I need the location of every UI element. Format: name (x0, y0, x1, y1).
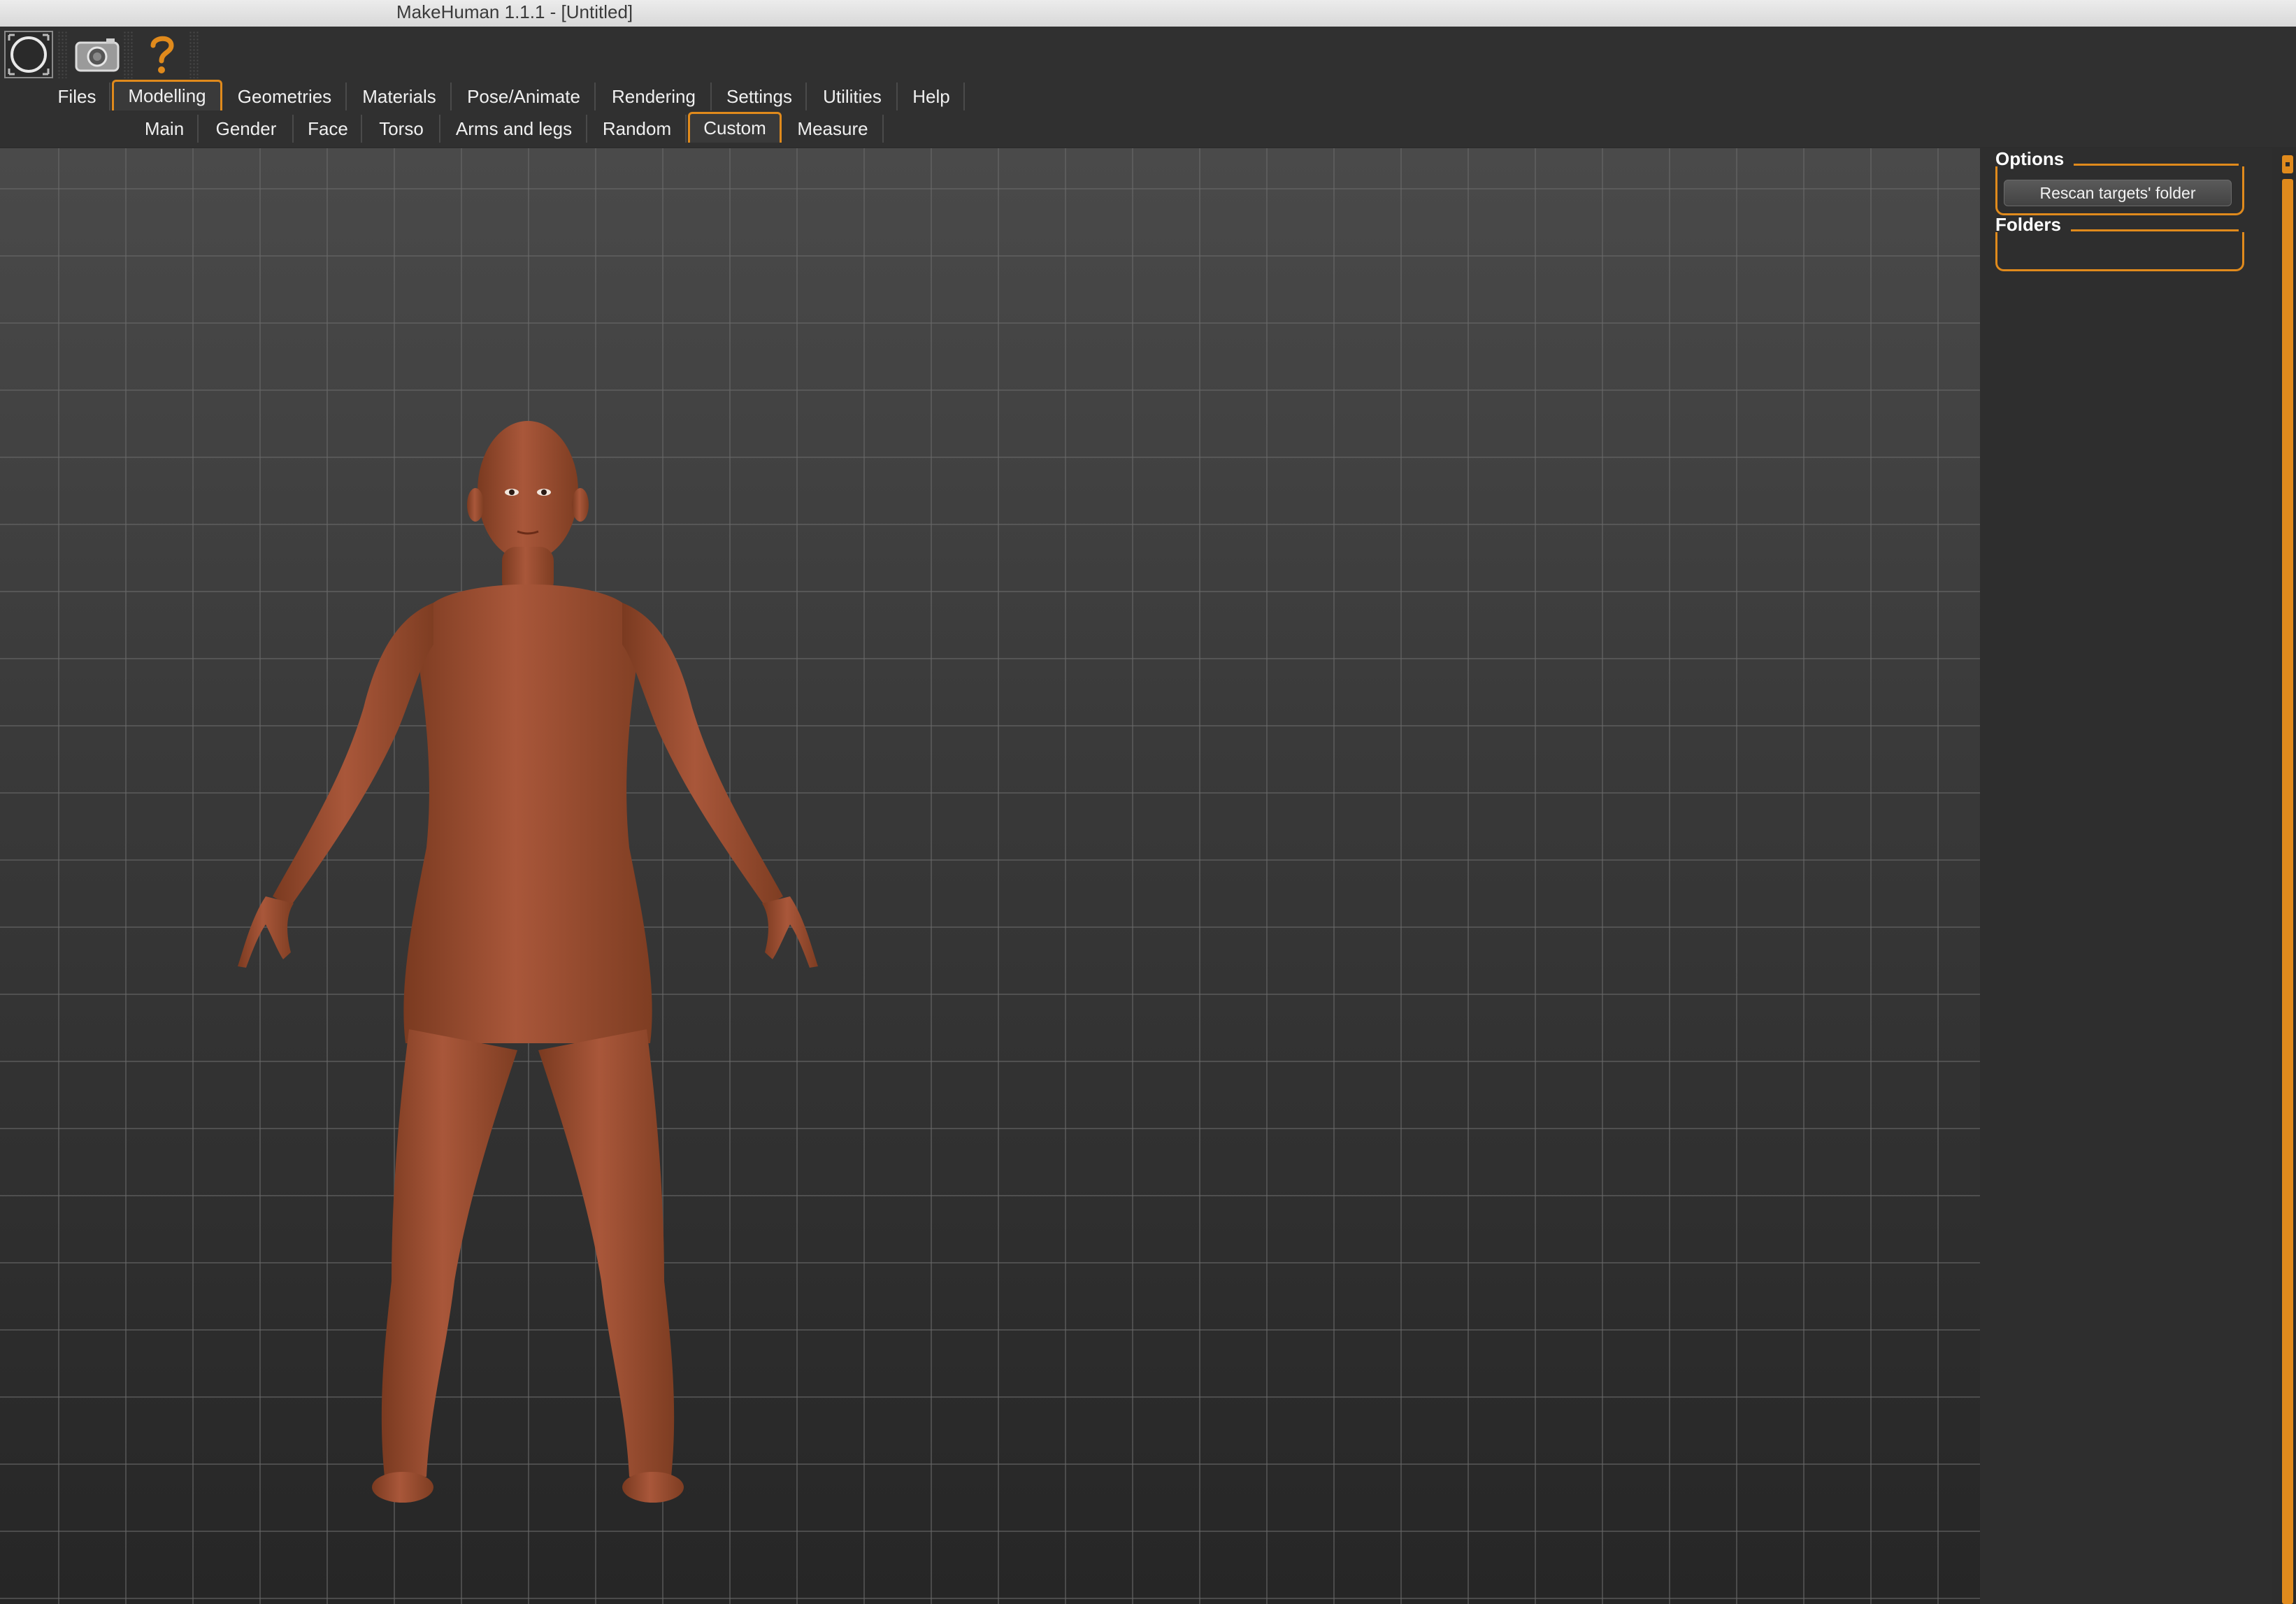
window-title-bar: MakeHuman 1.1.1 - [Untitled] (0, 0, 2296, 27)
tab-utilities[interactable]: Utilities (808, 83, 898, 110)
scroll-up-arrow-icon[interactable] (2282, 155, 2293, 173)
subtab-random[interactable]: Random (589, 115, 687, 143)
human-model (238, 421, 818, 1503)
tab-geometries[interactable]: Geometries (224, 83, 347, 110)
right-panel: Options Rescan targets' folder Folders (1980, 148, 2272, 1604)
folders-group-box (1995, 232, 2244, 271)
main-tab-bar: Files Modelling Geometries Materials Pos… (0, 80, 2296, 112)
tab-settings[interactable]: Settings (713, 83, 807, 110)
subtab-gender[interactable]: Gender (200, 115, 294, 143)
subtab-custom[interactable]: Custom (688, 112, 782, 143)
camera-icon (75, 38, 120, 72)
subtab-main[interactable]: Main (131, 115, 199, 143)
circle-tool-button[interactable] (4, 31, 53, 78)
toolbar (0, 27, 2296, 80)
tab-files[interactable]: Files (45, 83, 110, 110)
window-title: MakeHuman 1.1.1 - [Untitled] (396, 1, 633, 22)
toolbar-grip (123, 31, 133, 78)
scroll-thumb[interactable] (2282, 179, 2293, 1604)
screenshot-button[interactable] (73, 31, 122, 78)
help-button[interactable] (137, 31, 186, 78)
folders-group-line (2071, 229, 2239, 231)
3d-viewport[interactable] (0, 148, 1980, 1604)
sub-tab-bar: Main Gender Face Torso Arms and legs Ran… (0, 110, 2296, 147)
rescan-targets-folder-button[interactable]: Rescan targets' folder (2004, 180, 2232, 206)
subtab-torso[interactable]: Torso (364, 115, 440, 143)
circle-icon (8, 34, 50, 76)
toolbar-grip (189, 31, 199, 78)
toolbar-grip (57, 31, 67, 78)
panel-scrollbar[interactable] (2281, 152, 2295, 1604)
tab-rendering[interactable]: Rendering (597, 83, 712, 110)
subtab-face[interactable]: Face (295, 115, 362, 143)
tab-materials[interactable]: Materials (348, 83, 452, 110)
options-group-line (2074, 164, 2239, 166)
subtab-arms-and-legs[interactable]: Arms and legs (442, 115, 587, 143)
tab-modelling[interactable]: Modelling (112, 80, 222, 110)
help-question-icon (150, 36, 174, 73)
tab-help[interactable]: Help (899, 83, 965, 110)
tab-pose-animate[interactable]: Pose/Animate (453, 83, 596, 110)
subtab-measure[interactable]: Measure (783, 115, 884, 143)
